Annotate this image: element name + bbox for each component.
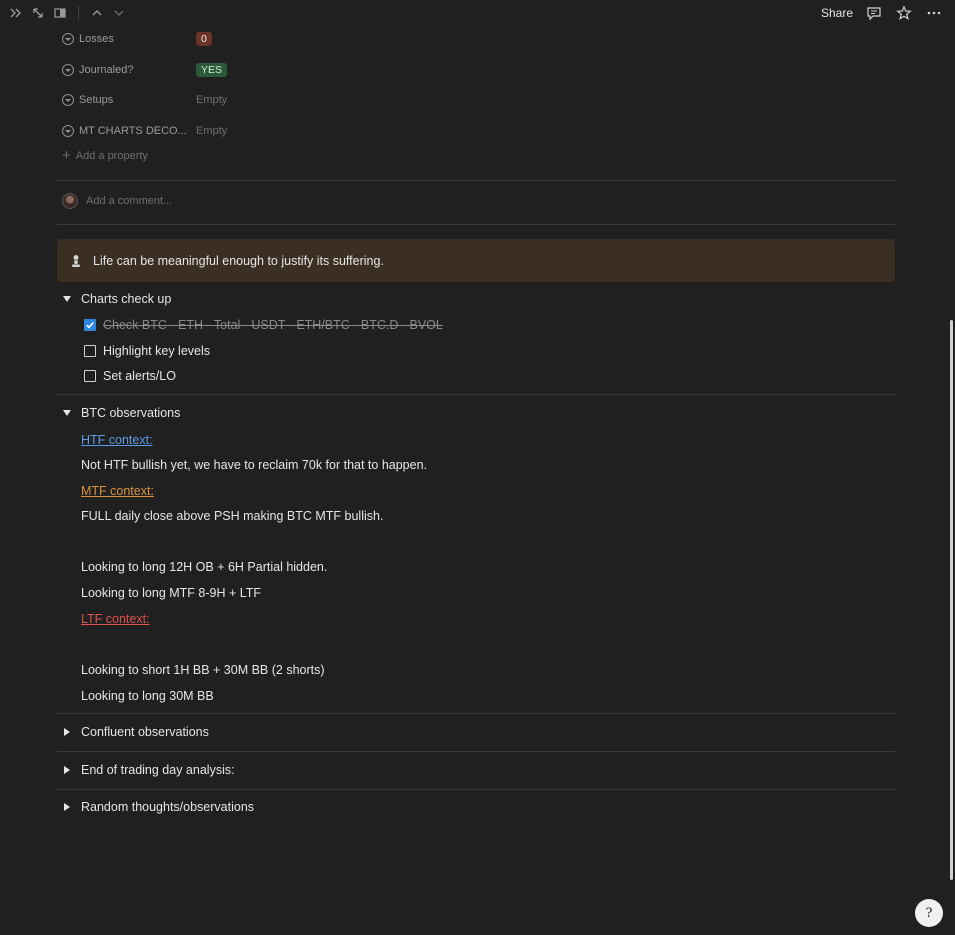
layout-icon[interactable] <box>52 5 68 21</box>
property-row-setups[interactable]: Setups Empty <box>62 85 895 116</box>
property-name: Journaled? <box>62 63 196 76</box>
avatar <box>62 193 78 209</box>
select-property-icon <box>62 63 74 76</box>
ltf-context-text[interactable]: Looking to long 30M BB <box>81 689 214 703</box>
property-name: MT CHARTS DECO... <box>62 125 196 138</box>
select-property-icon <box>62 33 74 46</box>
top-bar-right: Share <box>821 4 943 22</box>
ltf-context-text[interactable]: Looking to short 1H BB + 30M BB (2 short… <box>81 663 325 677</box>
toggle-title: BTC observations <box>81 406 181 420</box>
toolbar-divider <box>78 6 79 20</box>
property-row-journaled[interactable]: Journaled? YES <box>62 55 895 86</box>
todo-label: Highlight key levels <box>103 344 210 358</box>
toggle-open-icon[interactable] <box>62 410 72 416</box>
toggle-title: Confluent observations <box>81 725 209 739</box>
more-icon[interactable] <box>925 4 943 22</box>
property-value-empty[interactable]: Empty <box>196 125 227 137</box>
property-label: Journaled? <box>79 63 134 76</box>
divider <box>57 713 895 714</box>
property-value-empty[interactable]: Empty <box>196 94 227 106</box>
todo-item[interactable]: Set alerts/LO <box>84 369 176 383</box>
toggle-title: Random thoughts/observations <box>81 800 255 814</box>
properties-list: Losses 0 Journaled? YES Setups Empty MT … <box>62 24 895 146</box>
ltf-context-label: LTF context: <box>81 612 150 626</box>
toggle-closed-icon[interactable] <box>62 766 72 774</box>
callout-block[interactable]: Life can be meaningful enough to justify… <box>57 239 895 282</box>
comment-box[interactable]: Add a comment... <box>62 193 172 209</box>
property-value-badge[interactable]: 0 <box>196 32 212 47</box>
help-label: ? <box>925 905 933 921</box>
resize-icon[interactable] <box>30 5 46 21</box>
property-label: MT CHARTS DECO... <box>79 125 187 138</box>
htf-context-label: HTF context: <box>81 433 153 447</box>
plus-icon: + <box>62 147 71 164</box>
todo-item[interactable]: Check BTC - ETH - Total - USDT - ETH/BTC… <box>84 318 443 332</box>
ltf-context-heading[interactable]: LTF context: <box>81 612 150 626</box>
checkbox-checked[interactable] <box>84 319 96 331</box>
property-value-badge[interactable]: YES <box>196 62 228 77</box>
todo-label: Set alerts/LO <box>103 369 176 383</box>
top-bar: Share <box>0 0 955 26</box>
expand-sidebar-icon[interactable] <box>8 5 24 21</box>
checkbox[interactable] <box>84 370 96 382</box>
add-property-button[interactable]: + Add a property <box>62 148 148 163</box>
help-button[interactable]: ? <box>915 899 943 927</box>
mtf-context-text[interactable]: Looking to long MTF 8-9H + LTF <box>81 586 261 600</box>
callout-text[interactable]: Life can be meaningful enough to justify… <box>93 254 384 268</box>
notion-page: Share Losses 0 Journaled? YES Setups Emp… <box>0 0 955 935</box>
star-icon[interactable] <box>895 4 913 22</box>
divider <box>57 224 895 225</box>
divider <box>57 789 895 790</box>
toggle-open-icon[interactable] <box>62 296 72 302</box>
property-label: Setups <box>79 94 114 107</box>
toggle-closed-icon[interactable] <box>62 728 72 736</box>
top-bar-left <box>8 5 127 21</box>
mtf-context-text[interactable]: Looking to long 12H OB + 6H Partial hidd… <box>81 560 327 574</box>
toggle-title: End of trading day analysis: <box>81 763 235 777</box>
property-label: Losses <box>79 33 114 46</box>
toggle-random-thoughts[interactable]: Random thoughts/observations <box>62 800 254 814</box>
toggle-closed-icon[interactable] <box>62 803 72 811</box>
mtf-context-text[interactable]: FULL daily close above PSH making BTC MT… <box>81 509 383 523</box>
property-row-losses[interactable]: Losses 0 <box>62 24 895 55</box>
share-button[interactable]: Share <box>821 6 853 20</box>
add-property-label: Add a property <box>75 149 148 162</box>
todo-label: Check BTC - ETH - Total - USDT - ETH/BTC… <box>103 318 443 332</box>
comment-input[interactable]: Add a comment... <box>86 195 172 207</box>
chevron-down-icon[interactable] <box>111 5 127 21</box>
select-property-icon <box>62 125 74 138</box>
chess-pawn-icon <box>69 254 83 268</box>
mtf-context-heading[interactable]: MTF context: <box>81 484 154 498</box>
divider <box>57 751 895 752</box>
divider <box>57 180 895 181</box>
property-name: Losses <box>62 33 196 46</box>
comment-icon[interactable] <box>865 4 883 22</box>
toggle-charts-check-up[interactable]: Charts check up <box>62 292 171 306</box>
chevron-up-icon[interactable] <box>89 5 105 21</box>
toggle-end-of-day-analysis[interactable]: End of trading day analysis: <box>62 763 235 777</box>
property-name: Setups <box>62 94 196 107</box>
toggle-title: Charts check up <box>81 292 172 306</box>
htf-context-text[interactable]: Not HTF bullish yet, we have to reclaim … <box>81 458 427 472</box>
todo-item[interactable]: Highlight key levels <box>84 344 210 358</box>
property-row-mt-charts[interactable]: MT CHARTS DECO... Empty <box>62 116 895 147</box>
toggle-btc-observations[interactable]: BTC observations <box>62 406 180 420</box>
select-property-icon <box>62 94 74 107</box>
divider <box>57 394 895 395</box>
toggle-confluent-observations[interactable]: Confluent observations <box>62 725 209 739</box>
mtf-context-label: MTF context: <box>81 484 154 498</box>
htf-context-heading[interactable]: HTF context: <box>81 433 153 447</box>
scrollbar[interactable] <box>950 320 953 880</box>
checkbox[interactable] <box>84 345 96 357</box>
